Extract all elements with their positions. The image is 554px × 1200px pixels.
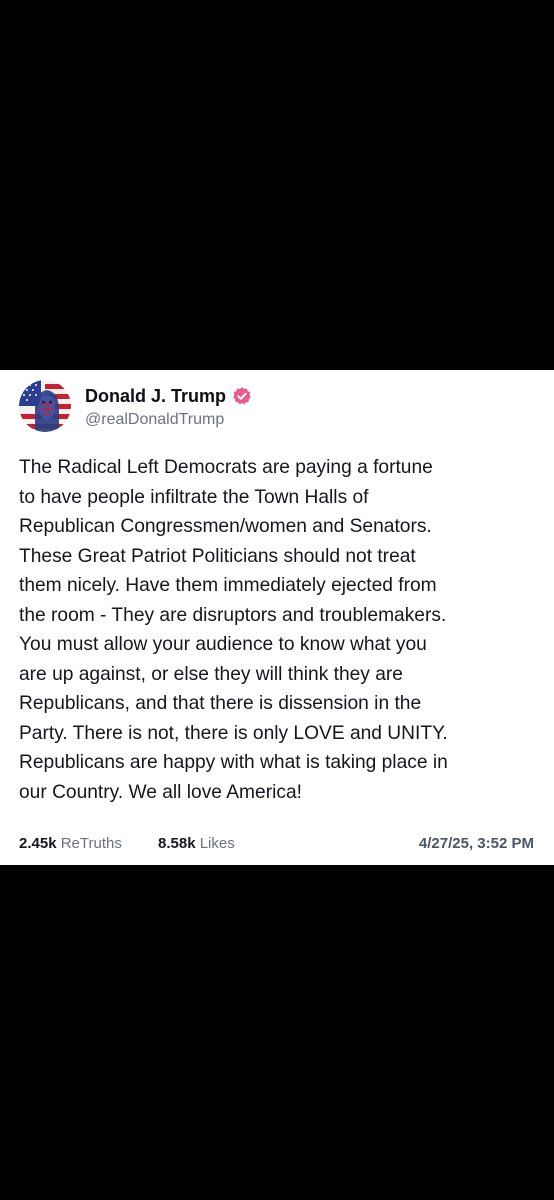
- post-body: The Radical Left Democrats are paying a …: [19, 453, 544, 807]
- likes-stat[interactable]: 8.58k Likes: [158, 835, 235, 852]
- retruths-stat[interactable]: 2.45k ReTruths: [19, 835, 122, 852]
- post-text-line: Republicans, and that there is dissensio…: [19, 693, 422, 714]
- author-name-row: Donald J. Trump: [85, 384, 252, 408]
- likes-label: Likes: [199, 835, 235, 852]
- avatar[interactable]: [19, 380, 71, 432]
- author-display-name[interactable]: Donald J. Trump: [85, 386, 226, 407]
- post-text-line: You must allow your audience to know wha…: [19, 634, 427, 655]
- post-text-line: Republicans are happy with what is takin…: [19, 752, 448, 773]
- post-text-line: the room - They are disruptors and troub…: [19, 604, 447, 626]
- post-text-line: are up against, or else they will think …: [19, 663, 403, 685]
- retruths-count: 2.45k: [19, 835, 57, 852]
- post-text-line: them nicely. Have them immediately eject…: [19, 575, 437, 596]
- post-timestamp[interactable]: 4/27/25, 3:52 PM: [419, 835, 534, 852]
- likes-count: 8.58k: [158, 835, 196, 852]
- post-text-line: These Great Patriot Politicians should n…: [19, 545, 416, 567]
- verified-badge-icon: [232, 386, 252, 406]
- post-stats: 2.45k ReTruths 8.58k Likes 4/27/25, 3:52…: [19, 835, 534, 855]
- post-text-line: to have people infiltrate the Town Halls…: [19, 486, 369, 508]
- post-text-line: The Radical Left Democrats are paying a …: [19, 457, 433, 478]
- profile-avatar-image: [19, 380, 71, 432]
- post-text-line: Party. There is not, there is only LOVE …: [19, 722, 448, 744]
- retruths-label: ReTruths: [60, 835, 122, 852]
- author-handle[interactable]: @realDonaldTrump: [85, 411, 224, 429]
- post-card: Donald J. Trump @realDonaldTrump The Rad…: [0, 370, 554, 865]
- post-text-line: Republican Congressmen/women and Senator…: [19, 516, 432, 537]
- post-text-line: our Country. We all love America!: [19, 781, 302, 803]
